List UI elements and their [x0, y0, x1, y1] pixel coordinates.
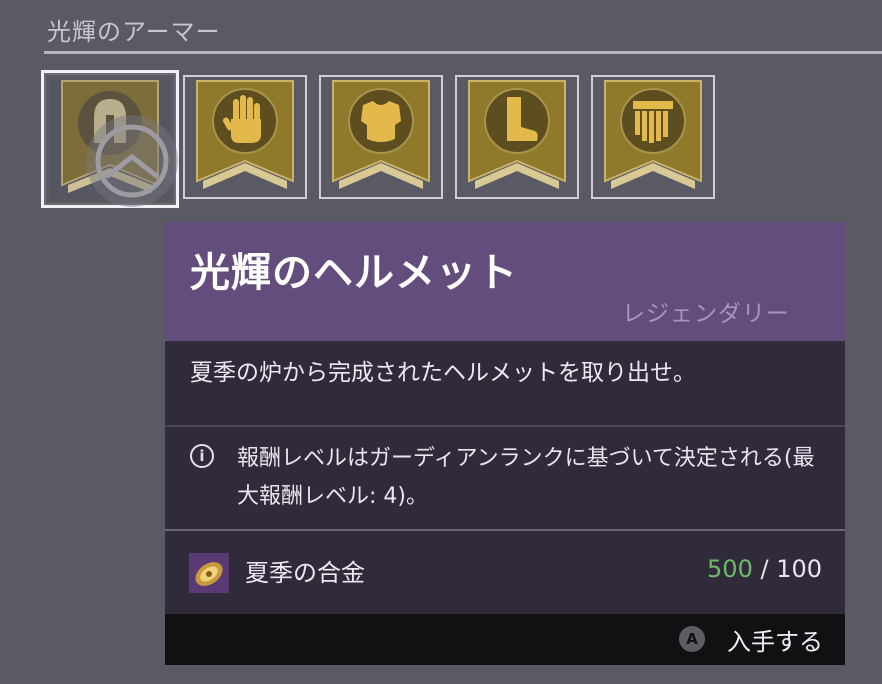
summer-alloy-icon: [189, 553, 229, 593]
cost-row: 夏季の合金 500 / 100: [165, 531, 845, 614]
info-icon: i: [190, 444, 214, 468]
armor-slot-class-item[interactable]: [591, 75, 715, 199]
armor-slot-gauntlets[interactable]: [183, 75, 307, 199]
chest-banner: [332, 80, 430, 189]
item-name: 光輝のヘルメット: [190, 250, 518, 296]
acquire-button[interactable]: 入手する: [727, 622, 823, 657]
chest-armor-icon: [361, 101, 401, 142]
tooltip-description: 夏季の炉から完成されたヘルメットを取り出せ。: [165, 341, 845, 425]
item-tooltip: 光輝のヘルメット レジェンダリー 夏季の炉から完成されたヘルメットを取り出せ。 …: [165, 222, 845, 665]
gauntlets-banner: [196, 80, 294, 189]
tooltip-note: i 報酬レベルはガーディアンランクに基づいて決定される(最大報酬レベル: 4)。: [165, 427, 845, 529]
tooltip-footer: A 入手する: [165, 614, 845, 665]
a-button-icon: A: [679, 626, 705, 652]
armor-slot-legs[interactable]: [455, 75, 579, 199]
cost-material-name: 夏季の合金: [245, 559, 365, 587]
cost-amount: 500 / 100: [707, 555, 822, 583]
item-rarity: レジェンダリー: [622, 301, 790, 327]
armor-slot-chest[interactable]: [319, 75, 443, 199]
class-item-banner: [604, 80, 702, 189]
tooltip-header: 光輝のヘルメット レジェンダリー: [165, 222, 845, 341]
cost-separator: /: [752, 555, 777, 583]
required-amount: 100: [776, 555, 822, 583]
armor-slot-helmet[interactable]: [41, 70, 179, 208]
legs-banner: [468, 80, 566, 189]
section-divider: [44, 51, 882, 54]
item-description: 夏季の炉から完成されたヘルメットを取り出せ。: [190, 360, 696, 386]
selection-ring-icon: [86, 115, 178, 207]
reward-level-note: 報酬レベルはガーディアンランクに基づいて決定される(最大報酬レベル: 4)。: [237, 446, 815, 509]
owned-amount: 500: [707, 555, 753, 583]
section-title: 光輝のアーマー: [47, 18, 221, 46]
